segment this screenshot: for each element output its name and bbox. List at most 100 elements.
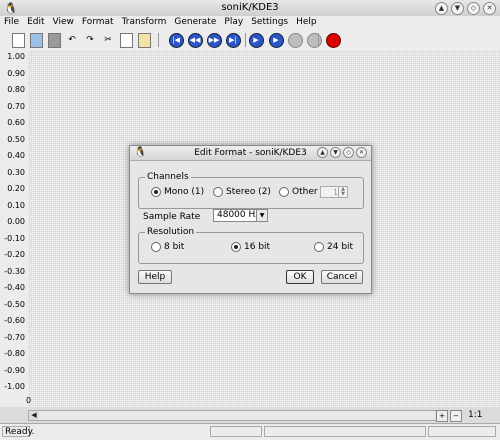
cut-icon[interactable]: ✂ xyxy=(100,32,116,48)
amplitude-tick-label: -0.30 xyxy=(4,266,25,276)
rewind-icon[interactable]: ◀◀ xyxy=(187,32,203,48)
amplitude-tick-label: -0.10 xyxy=(4,233,25,243)
dialog-titlebar: 🐧 Edit Format - soniK/KDE3 ▲ ▼ ◇ ✕ xyxy=(130,146,371,161)
sample-rate-value: 48000 Hz xyxy=(217,210,260,220)
play-icon[interactable]: ▶ xyxy=(248,32,264,48)
open-file-icon[interactable] xyxy=(28,32,44,48)
shade-window-button[interactable]: ▲ xyxy=(435,2,448,15)
amplitude-tick-label: 0.60 xyxy=(7,118,25,127)
zoom-in-button[interactable]: + xyxy=(436,410,448,422)
resolution-group: Resolution 8 bit 16 bit 24 bit xyxy=(138,227,364,264)
toolbar: ↶ ↷ ✂ |◀ ◀◀ ▶▶ ▶| ▶ ▶ xyxy=(0,30,500,51)
ok-button[interactable]: OK xyxy=(286,270,314,284)
dialog-close-button[interactable]: ✕ xyxy=(356,147,367,158)
radio-indicator xyxy=(314,242,324,252)
save-icon[interactable] xyxy=(46,32,62,48)
amplitude-tick-label: 0.10 xyxy=(7,200,25,210)
menu-generate[interactable]: Generate xyxy=(170,16,220,30)
other-channels-spinbox[interactable]: 1 ▲ ▼ xyxy=(320,186,348,198)
other-radio[interactable]: Other xyxy=(279,187,318,197)
menu-bar: File Edit View Format Transform Generate… xyxy=(0,16,500,30)
chevron-down-icon[interactable]: ▼ xyxy=(256,210,267,221)
amplitude-tick-label: -0.70 xyxy=(4,332,25,342)
resolution-label: Resolution xyxy=(145,227,197,237)
amplitude-tick-label: 0.20 xyxy=(7,184,25,193)
radio-indicator xyxy=(151,242,161,252)
go-start-icon[interactable]: |◀ xyxy=(168,32,184,48)
dialog-maximize-button[interactable]: ◇ xyxy=(343,147,354,158)
stop-icon[interactable] xyxy=(306,32,322,48)
menu-edit[interactable]: Edit xyxy=(23,16,48,30)
status-bar: Ready. xyxy=(0,423,500,440)
undo-icon[interactable]: ↶ xyxy=(64,32,80,48)
dialog-minimize-button[interactable]: ▼ xyxy=(330,147,341,158)
sample-rate-label: Sample Rate xyxy=(143,212,201,222)
amplitude-tick-label: -0.50 xyxy=(4,299,25,309)
other-label: Other xyxy=(292,187,318,197)
copy-icon[interactable] xyxy=(118,32,134,48)
new-file-icon[interactable] xyxy=(10,32,26,48)
menu-settings[interactable]: Settings xyxy=(247,16,292,30)
horizontal-scrollbar[interactable]: ◀ ▶ xyxy=(28,410,446,421)
amplitude-tick-label: -0.80 xyxy=(4,349,25,358)
amplitude-tick-label: 0.70 xyxy=(7,101,25,111)
amplitude-tick-label: 0.40 xyxy=(7,151,25,160)
menu-help[interactable]: Help xyxy=(292,16,321,30)
16bit-radio[interactable]: 16 bit xyxy=(231,242,270,252)
menu-transform[interactable]: Transform xyxy=(118,16,171,30)
zoom-out-button[interactable]: − xyxy=(450,410,462,422)
help-button[interactable]: Help xyxy=(138,270,172,284)
radio-indicator xyxy=(151,187,161,197)
radio-indicator xyxy=(279,187,289,197)
amplitude-tick-label: -0.40 xyxy=(4,283,25,292)
amplitude-tick-label: 0.80 xyxy=(7,85,25,94)
8bit-radio[interactable]: 8 bit xyxy=(151,242,184,252)
amplitude-tick-label: 1.00 xyxy=(7,52,25,61)
amplitude-tick-label: -0.60 xyxy=(4,316,25,325)
radio-indicator xyxy=(213,187,223,197)
amplitude-tick-label: 0.30 xyxy=(7,167,25,177)
stereo-radio[interactable]: Stereo (2) xyxy=(213,187,271,197)
forward-icon[interactable]: ▶▶ xyxy=(206,32,222,48)
window-titlebar: 🐧 soniK/KDE3 ▲ ▼ ◇ ✕ xyxy=(0,0,500,17)
amplitude-tick-label: -0.90 xyxy=(4,365,25,375)
amplitude-tick-label: -1.00 xyxy=(4,382,25,391)
close-window-button[interactable]: ✕ xyxy=(483,2,496,15)
time-axis-start: 0 xyxy=(26,396,32,405)
zoom-level: 1:1 xyxy=(468,410,483,420)
16bit-label: 16 bit xyxy=(244,242,271,252)
menu-file[interactable]: File xyxy=(0,16,23,30)
scroll-left-icon[interactable]: ◀ xyxy=(29,411,39,420)
edit-format-dialog: 🐧 Edit Format - soniK/KDE3 ▲ ▼ ◇ ✕ Chann… xyxy=(129,145,372,294)
window-title: soniK/KDE3 xyxy=(221,2,279,13)
8bit-label: 8 bit xyxy=(164,242,185,252)
menu-play[interactable]: Play xyxy=(220,16,247,30)
status-field-2 xyxy=(264,426,426,437)
spin-arrows-icon[interactable]: ▲ ▼ xyxy=(338,187,347,197)
status-field-1 xyxy=(210,426,262,437)
paste-icon[interactable] xyxy=(136,32,152,48)
redo-icon[interactable]: ↷ xyxy=(82,32,98,48)
dialog-shade-button[interactable]: ▲ xyxy=(317,147,328,158)
maximize-window-button[interactable]: ◇ xyxy=(467,2,480,15)
mono-radio[interactable]: Mono (1) xyxy=(151,187,204,197)
channels-label: Channels xyxy=(145,172,191,182)
record-icon[interactable] xyxy=(325,32,341,48)
status-text: Ready. xyxy=(2,426,35,437)
sample-rate-select[interactable]: 48000 Hz ▼ xyxy=(213,209,268,222)
channels-group: Channels Mono (1) Stereo (2) Other 1 ▲ ▼ xyxy=(138,172,364,209)
amplitude-axis: 1.00 0.90 0.80 0.70 0.60 0.50 0.40 0.30 0.20 0.10… xyxy=(0,50,28,407)
menu-view[interactable]: View xyxy=(49,16,78,30)
24bit-radio[interactable]: 24 bit xyxy=(314,242,353,252)
toolbar-separator xyxy=(245,33,246,47)
go-end-icon[interactable]: ▶| xyxy=(225,32,241,48)
toolbar-separator xyxy=(158,33,159,47)
menu-format[interactable]: Format xyxy=(78,16,118,30)
amplitude-tick-label: -0.20 xyxy=(4,250,25,259)
minimize-window-button[interactable]: ▼ xyxy=(451,2,464,15)
24bit-label: 24 bit xyxy=(327,242,354,252)
amplitude-tick-label: 0.50 xyxy=(7,134,25,144)
pause-icon[interactable] xyxy=(287,32,303,48)
loop-play-icon[interactable]: ▶ xyxy=(268,32,284,48)
cancel-button[interactable]: Cancel xyxy=(321,270,363,284)
